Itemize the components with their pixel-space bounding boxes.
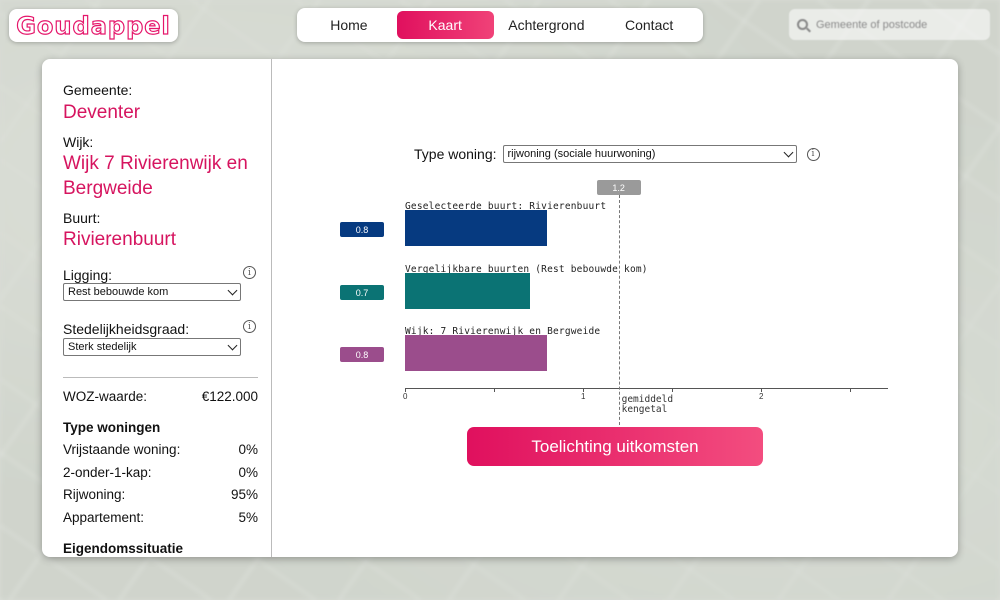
type-label: Rijwoning: <box>63 487 126 502</box>
bar <box>405 210 548 246</box>
chevron-down-icon <box>227 340 238 350</box>
wijk-value-line1: Wijk 7 Rivierenwijk en <box>63 153 248 174</box>
reference-badge: 1.2 <box>596 180 641 195</box>
stedelijkheid-select[interactable]: Sterk stedelijk <box>63 338 241 356</box>
value-badge: 0.7 <box>340 285 384 300</box>
type-woning-row: Type woning: rijwoning (sociale huurwoni… <box>414 145 820 163</box>
logo[interactable]: Goudappel <box>9 9 178 42</box>
value-badge: 0.8 <box>340 347 384 362</box>
type-woningen-heading-text: Type woningen <box>63 420 161 435</box>
sidebar: Gemeente: Deventer Wijk: Wijk 7 Rivieren… <box>42 59 272 557</box>
type-value: 0% <box>238 442 258 457</box>
type-row: Rijwoning: 95% <box>63 487 258 502</box>
type-value: 0% <box>238 465 258 480</box>
logo-text: Goudappel <box>16 11 171 40</box>
nav-achtergrond[interactable]: Achtergrond <box>494 11 600 39</box>
ligging-info-icon[interactable]: i <box>243 266 256 279</box>
nav-home[interactable]: Home <box>301 11 397 39</box>
type-woning-select[interactable]: rijwoning (sociale huurwoning) <box>502 145 797 163</box>
divider <box>63 377 258 378</box>
reference-line <box>618 195 620 430</box>
type-row: Vrijstaande woning: 0% <box>63 442 258 457</box>
comparison-bar-chart: Geselecteerde buurt: Rivierenbuurt 0.8 Ver… <box>338 179 898 430</box>
bar <box>405 335 548 371</box>
type-label: Vrijstaande woning: <box>63 442 181 457</box>
stedelijkheid-info-icon[interactable]: i <box>243 320 256 333</box>
x-tick-label: 0 <box>403 392 408 401</box>
stedelijkheid-label: Stedelijkheidsgraad: <box>63 321 190 337</box>
gemeente-value: Deventer <box>63 102 141 123</box>
ligging-select-value: Rest bebouwde kom <box>68 286 169 298</box>
type-woning-label: Type woning: <box>414 146 497 162</box>
type-label: 2-onder-1-kap: <box>63 465 152 480</box>
type-woningen-heading: Type woningen <box>63 420 258 435</box>
toelichting-button[interactable]: Toelichting uitkomsten <box>467 427 763 466</box>
x-tick <box>850 389 851 392</box>
wijk-label: Wijk: <box>63 134 94 150</box>
chevron-down-icon <box>783 147 793 157</box>
type-row: Appartement: 5% <box>63 510 258 525</box>
ligging-label: Ligging: <box>63 267 113 283</box>
eigendom-heading: Eigendomssituatie <box>63 541 258 556</box>
search-placeholder: Gemeente of postcode <box>816 18 928 31</box>
type-row: 2-onder-1-kap: 0% <box>63 465 258 480</box>
buurt-label: Buurt: <box>63 210 101 226</box>
x-axis <box>405 388 888 389</box>
main-nav: Home Kaart Achtergrond Contact <box>297 8 703 42</box>
buurt-value: Rivierenbuurt <box>63 229 176 250</box>
search-box[interactable]: Gemeente of postcode <box>789 9 990 40</box>
stedelijkheid-select-value: Sterk stedelijk <box>68 341 137 353</box>
x-tick-label: 2 <box>759 392 764 401</box>
value-badge: 0.8 <box>340 222 384 237</box>
ligging-select[interactable]: Rest bebouwde kom <box>63 283 241 301</box>
eigendom-heading-text: Eigendomssituatie <box>63 541 184 556</box>
type-value: 5% <box>238 510 258 525</box>
type-label: Appartement: <box>63 510 145 525</box>
search-icon <box>797 19 808 30</box>
woz-value: €122.000 <box>201 389 258 404</box>
reference-label: kengetal <box>621 404 668 415</box>
woz-row: WOZ-waarde: €122.000 <box>63 389 258 404</box>
nav-contact[interactable]: Contact <box>599 11 699 39</box>
gemeente-label: Gemeente: <box>63 82 133 98</box>
x-tick <box>672 389 673 392</box>
wijk-value-line2: Bergweide <box>63 178 153 199</box>
woz-label: WOZ-waarde: <box>63 389 148 404</box>
type-woning-select-value: rijwoning (sociale huurwoning) <box>507 148 656 160</box>
chevron-down-icon <box>227 285 238 295</box>
type-woning-info-icon[interactable]: i <box>806 147 820 161</box>
nav-kaart[interactable]: Kaart <box>396 11 494 39</box>
x-tick <box>494 389 495 392</box>
bar <box>405 273 530 309</box>
type-value: 95% <box>230 487 258 502</box>
info-panel: Gemeente: Deventer Wijk: Wijk 7 Rivieren… <box>42 59 958 557</box>
x-tick-label: 1 <box>581 392 586 401</box>
